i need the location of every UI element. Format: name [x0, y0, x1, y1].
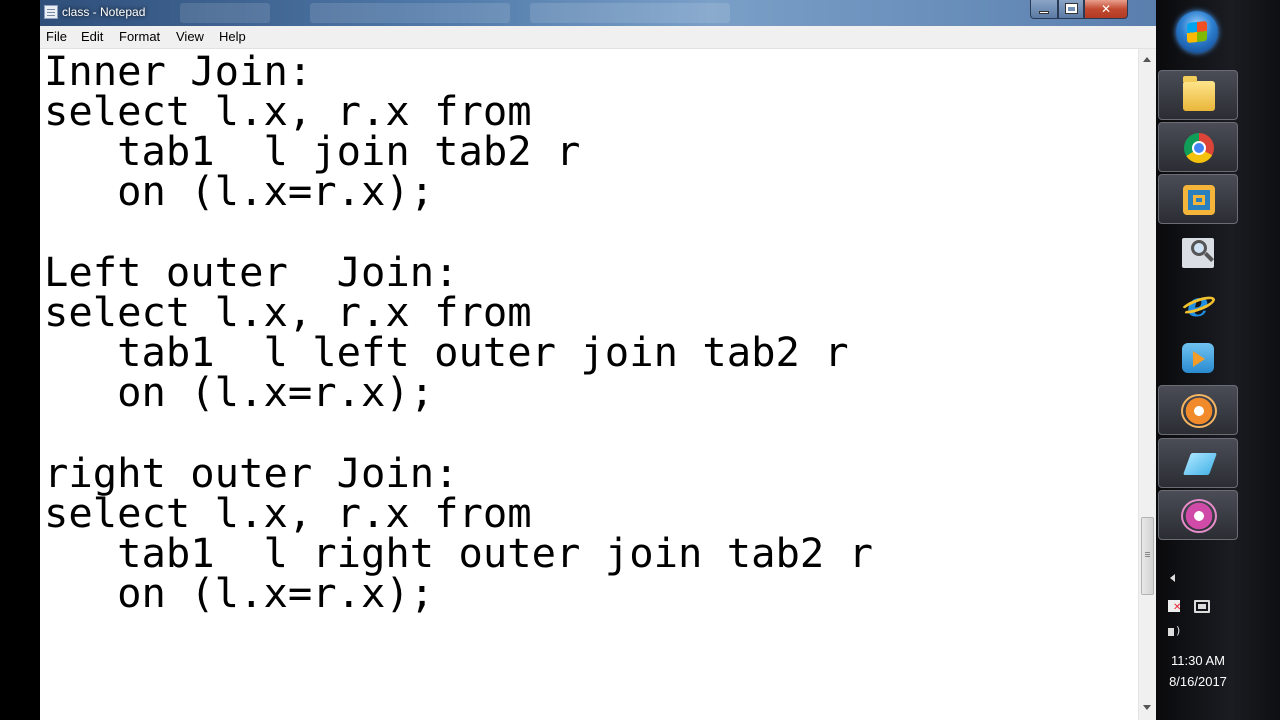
text-line: on (l.x=r.x); [44, 368, 435, 416]
menu-edit[interactable]: Edit [81, 29, 103, 44]
taskbar-media-player[interactable] [1158, 333, 1238, 383]
clock-time[interactable]: 11:30 AM [1156, 653, 1240, 668]
show-hidden-icons-icon[interactable] [1170, 574, 1175, 582]
taskbar-flower-app[interactable] [1158, 385, 1238, 435]
maximize-button[interactable] [1058, 0, 1084, 19]
title-bar[interactable]: class - Notepad ✕ [40, 0, 1156, 26]
scroll-down-arrow-icon[interactable] [1143, 705, 1151, 710]
menu-help[interactable]: Help [219, 29, 246, 44]
menu-bar: File Edit Format View Help [40, 26, 1156, 49]
eraser-app-icon [1182, 453, 1218, 475]
menu-format[interactable]: Format [119, 29, 160, 44]
text-line: select l.x, r.x from [44, 87, 532, 135]
notepad-icon[interactable] [44, 5, 58, 19]
folder-icon [1183, 76, 1215, 111]
vmware-icon [1183, 185, 1215, 215]
flower-app-2-icon [1183, 501, 1215, 531]
chrome-icon [1184, 133, 1214, 163]
taskbar: e 11:30 AM 8/16/2017 [1156, 0, 1280, 720]
taskbar-folder[interactable] [1158, 70, 1238, 120]
internet-explorer-icon: e [1182, 288, 1214, 322]
taskbar-flower-app-2[interactable] [1158, 490, 1238, 540]
start-button[interactable] [1176, 11, 1218, 53]
network-icon[interactable] [1194, 600, 1210, 613]
text-line: tab1 l right outer join tab2 r [44, 529, 874, 577]
notepad-window: class - Notepad ✕ File Edit Format View … [40, 0, 1156, 720]
text-line: tab1 l left outer join tab2 r [44, 328, 849, 376]
taskbar-vmware[interactable] [1158, 174, 1238, 224]
maximize-icon [1064, 3, 1078, 14]
minimize-icon [1039, 11, 1049, 14]
text-line: on (l.x=r.x); [44, 569, 435, 617]
volume-icon[interactable] [1168, 624, 1180, 637]
clock-date[interactable]: 8/16/2017 [1156, 674, 1240, 689]
menu-view[interactable]: View [176, 29, 204, 44]
window-title: class - Notepad [62, 5, 146, 19]
action-center-flag-icon[interactable] [1168, 600, 1181, 613]
text-line: Left outer Join: [44, 248, 459, 296]
minimize-button[interactable] [1030, 0, 1058, 19]
text-line: Inner Join: [44, 47, 313, 95]
close-button[interactable]: ✕ [1084, 0, 1128, 19]
scroll-thumb[interactable] [1141, 517, 1154, 595]
text-line: on (l.x=r.x); [44, 167, 435, 215]
taskbar-internet-explorer[interactable]: e [1158, 280, 1238, 330]
close-icon: ✕ [1100, 2, 1112, 16]
taskbar-eraser-app[interactable] [1158, 438, 1238, 488]
taskbar-search-program[interactable] [1158, 228, 1238, 278]
background-window-ghost [310, 3, 510, 23]
scroll-up-arrow-icon[interactable] [1143, 57, 1151, 62]
flower-app-icon [1183, 396, 1215, 426]
text-editor[interactable]: Inner Join: select l.x, r.x from tab1 l … [40, 49, 1138, 720]
menu-file[interactable]: File [46, 29, 67, 44]
taskbar-chrome[interactable] [1158, 122, 1238, 172]
windows-logo-icon [1187, 20, 1207, 44]
text-line: tab1 l join tab2 r [44, 127, 581, 175]
search-program-icon [1182, 238, 1214, 268]
text-line: right outer Join: [44, 449, 459, 497]
background-window-ghost [530, 3, 730, 23]
text-line: select l.x, r.x from [44, 288, 532, 336]
text-line: select l.x, r.x from [44, 489, 532, 537]
vertical-scrollbar[interactable] [1138, 49, 1156, 720]
media-player-icon [1182, 343, 1214, 373]
background-window-ghost [180, 3, 270, 23]
